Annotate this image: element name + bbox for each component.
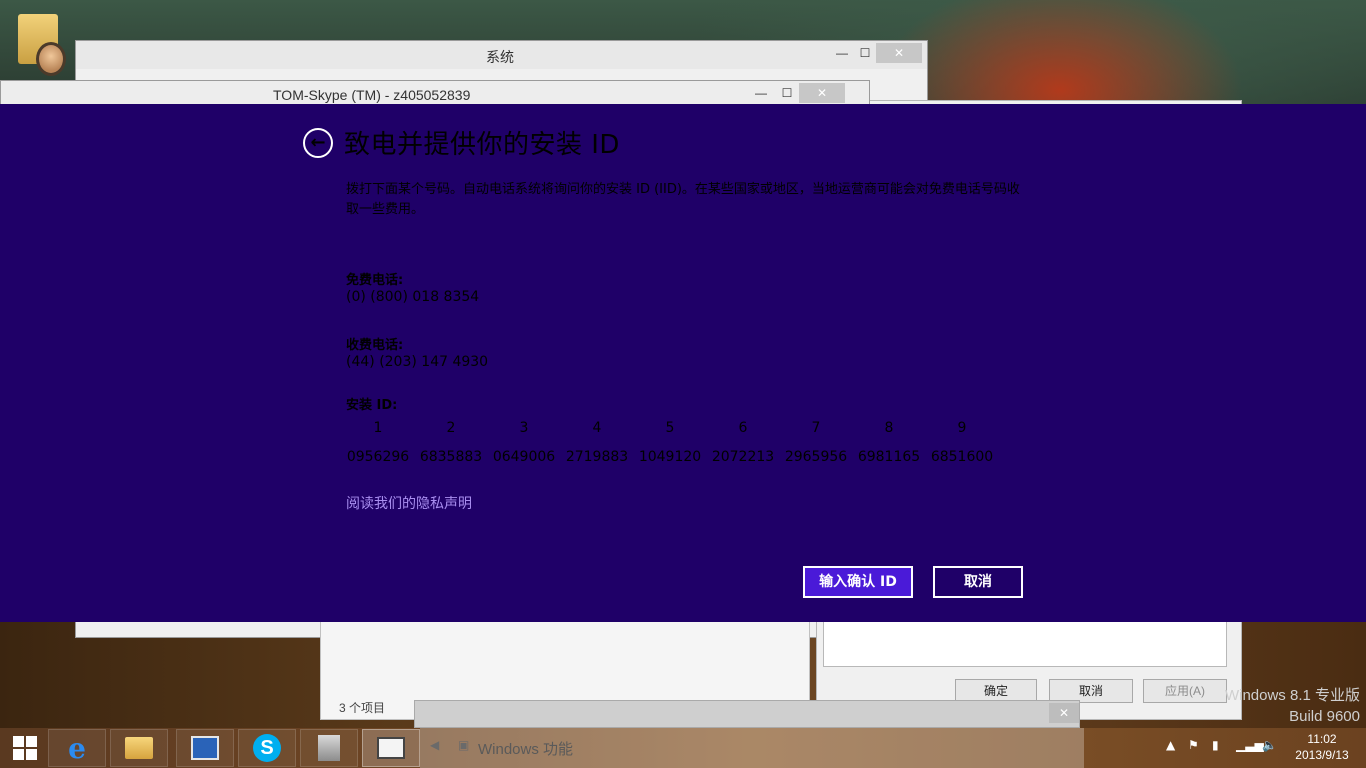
install-id-group: 6981165 bbox=[857, 449, 921, 465]
toll-free-number: (0) (800) 018 8354 bbox=[346, 289, 480, 305]
install-id-index: 5 bbox=[665, 420, 675, 436]
install-id-index: 2 bbox=[446, 420, 456, 436]
install-id-index: 4 bbox=[592, 420, 602, 436]
install-id-group: 2072213 bbox=[711, 449, 775, 465]
install-id-label: 安装 ID: bbox=[346, 398, 398, 413]
install-id-index: 1 bbox=[373, 420, 383, 436]
taskbar-installer[interactable] bbox=[300, 729, 358, 767]
skype-icon: S bbox=[253, 734, 281, 762]
taskbar-control-panel[interactable] bbox=[176, 729, 234, 767]
desktop-user-folder-icon[interactable] bbox=[14, 6, 72, 80]
edition-watermark: Windows 8.1 专业版 bbox=[1224, 687, 1360, 704]
taskbar-system-settings[interactable] bbox=[362, 729, 420, 767]
taskbar-clock[interactable]: 11:02 2013/9/13 bbox=[1286, 731, 1358, 763]
volume-icon[interactable]: 🔈 bbox=[1262, 738, 1277, 752]
install-id-index: 3 bbox=[519, 420, 529, 436]
install-id-group: 0649006 bbox=[492, 449, 556, 465]
user-avatar-icon bbox=[36, 42, 66, 76]
close-icon[interactable]: ✕ bbox=[876, 43, 922, 63]
clock-date: 2013/9/13 bbox=[1295, 748, 1349, 762]
install-id-index: 7 bbox=[811, 420, 821, 436]
properties-apply-button[interactable]: 应用(A) bbox=[1143, 679, 1227, 703]
install-id-group: 1049120 bbox=[638, 449, 702, 465]
dialog-title: 致电并提供你的安装 ID bbox=[344, 130, 620, 160]
system-settings-icon bbox=[377, 737, 405, 759]
install-id-group: 2965956 bbox=[784, 449, 848, 465]
taskbar-internet-explorer[interactable]: e bbox=[48, 729, 106, 767]
install-id-group: 6835883 bbox=[419, 449, 483, 465]
toll-free-label: 免费电话: bbox=[346, 273, 404, 288]
system-window-titlebar: 系统 — ☐ ✕ bbox=[76, 41, 927, 69]
cancel-button[interactable]: 取消 bbox=[933, 566, 1023, 598]
windows-features-window: ✕ bbox=[414, 700, 1080, 728]
maximize-icon[interactable]: ☐ bbox=[851, 43, 879, 63]
properties-text-area bbox=[823, 621, 1227, 667]
installer-package-icon bbox=[318, 735, 340, 761]
explorer-status-text: 3 个项目 bbox=[339, 701, 386, 715]
privacy-statement-link[interactable]: 阅读我们的隐私声明 bbox=[346, 493, 472, 513]
features-window-icon: ▣ bbox=[458, 738, 470, 752]
internet-explorer-icon: e bbox=[68, 731, 86, 765]
install-id-group: 2719883 bbox=[565, 449, 629, 465]
network-signal-icon[interactable]: ▁▃▅ bbox=[1236, 738, 1264, 752]
install-id-index: 8 bbox=[884, 420, 894, 436]
taskbar-skype[interactable]: S bbox=[238, 729, 296, 767]
toll-label: 收费电话: bbox=[346, 338, 404, 353]
build-watermark: Build 9600 bbox=[1289, 708, 1360, 725]
dialog-description: 拨打下面某个号码。自动电话系统将询问你的安装 ID (IID)。在某些国家或地区… bbox=[346, 182, 1020, 217]
back-circle-icon: ◀ bbox=[430, 738, 440, 752]
back-arrow-icon[interactable]: ← bbox=[303, 128, 333, 158]
windows-logo-icon bbox=[13, 736, 37, 760]
start-button[interactable] bbox=[0, 728, 50, 768]
action-center-flag-icon[interactable]: ⚑ bbox=[1188, 738, 1199, 752]
folder-icon bbox=[125, 737, 153, 759]
install-id-index: 9 bbox=[957, 420, 967, 436]
install-id-group: 0956296 bbox=[346, 449, 410, 465]
skype-maximize-icon[interactable]: ☐ bbox=[773, 83, 801, 103]
features-close-icon[interactable]: ✕ bbox=[1049, 703, 1079, 723]
enter-confirmation-id-button[interactable]: 输入确认 ID bbox=[803, 566, 913, 598]
power-icon[interactable]: ▮ bbox=[1212, 738, 1219, 752]
show-hidden-icons-icon[interactable]: ▲ bbox=[1166, 738, 1175, 752]
skype-window-title: TOM-Skype (TM) - z405052839 bbox=[273, 87, 471, 103]
install-id-index: 6 bbox=[738, 420, 748, 436]
taskbar-file-explorer[interactable] bbox=[110, 729, 168, 767]
skype-close-icon[interactable]: ✕ bbox=[799, 83, 845, 103]
control-panel-icon bbox=[191, 736, 219, 760]
toll-number: (44) (203) 147 4930 bbox=[346, 354, 489, 370]
install-id-group: 6851600 bbox=[930, 449, 994, 465]
system-window-title: 系统 bbox=[486, 49, 514, 65]
windows-features-label: Windows 功能 bbox=[478, 741, 574, 758]
skype-minimize-icon[interactable]: — bbox=[747, 83, 775, 103]
clock-time: 11:02 bbox=[1307, 732, 1337, 746]
